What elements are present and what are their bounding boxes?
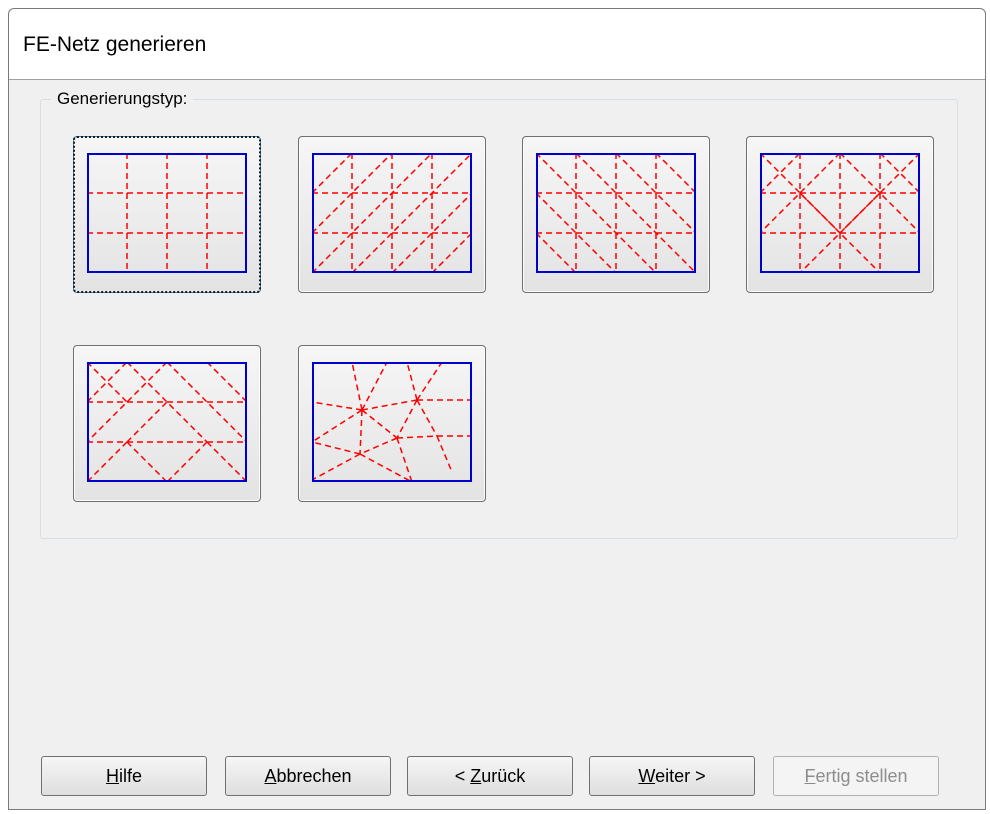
finish-button[interactable]: Fertig stellen — [773, 756, 939, 796]
dialog-window: FE-Netz generieren Generierungstyp: Hilf… — [8, 8, 986, 810]
free-triangulated-mesh-icon — [312, 362, 472, 482]
mesh-type-button-3[interactable] — [522, 136, 710, 293]
next-button[interactable]: Weiter > — [589, 756, 755, 796]
mixed-star-mesh-icon — [760, 153, 920, 273]
star-diagonal-mesh-icon — [536, 153, 696, 273]
mesh-type-button-6[interactable] — [298, 345, 486, 502]
title-bar[interactable]: FE-Netz generieren — [9, 9, 985, 80]
mesh-type-button-1[interactable] — [73, 136, 261, 293]
diagonal-grid-mesh-icon — [312, 153, 472, 273]
cancel-button[interactable]: Abbrechen — [225, 756, 391, 796]
mesh-type-button-2[interactable] — [298, 136, 486, 293]
mesh-type-button-5[interactable] — [73, 345, 261, 502]
group-label: Generierungstyp: — [51, 89, 194, 109]
diamond-mesh-icon — [87, 362, 247, 482]
back-button[interactable]: < Zurück — [407, 756, 573, 796]
mesh-type-button-4[interactable] — [746, 136, 934, 293]
window-title: FE-Netz generieren — [23, 33, 207, 56]
help-button[interactable]: Hilfe — [41, 756, 207, 796]
rectangular-grid-mesh-icon — [87, 153, 247, 273]
